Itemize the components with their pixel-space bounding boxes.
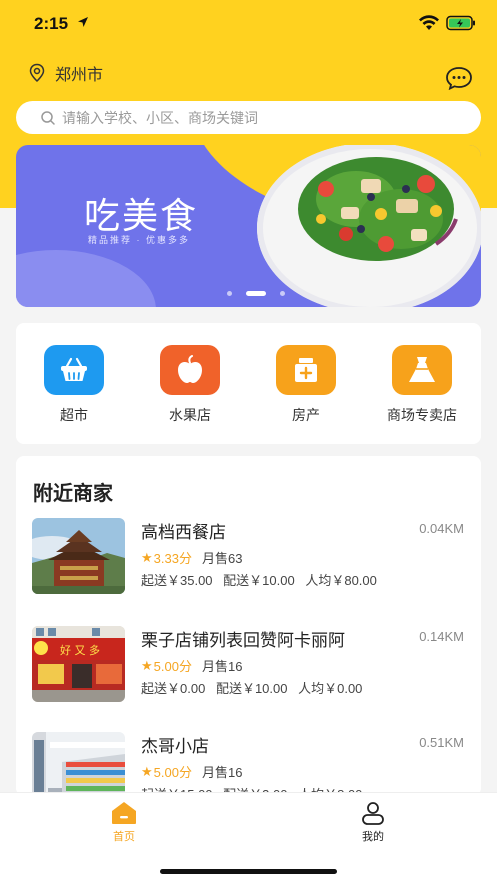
shop-thumbnail bbox=[32, 518, 125, 594]
home-icon bbox=[112, 802, 136, 824]
shop-fees: 起送￥35.00 配送￥10.00 人均￥80.00 bbox=[141, 570, 384, 589]
shop-min-order: 起送￥35.00 bbox=[141, 573, 213, 588]
wifi-icon bbox=[419, 15, 439, 30]
shop-delivery-fee: 配送￥10.00 bbox=[215, 681, 288, 696]
shop-name: 栗子店铺列表回赞阿卡丽阿 bbox=[141, 631, 345, 650]
star-icon: ★ bbox=[141, 763, 153, 779]
shop-distance: 0.14KM bbox=[419, 629, 464, 644]
section-title: 附近商家 bbox=[33, 483, 113, 505]
message-icon[interactable] bbox=[445, 66, 473, 90]
nearby-shops-section: 附近商家 高档西餐店 0.04KM ★ 3.33分 月售63 起送￥35.00 … bbox=[16, 456, 481, 796]
star-icon: ★ bbox=[141, 549, 153, 565]
basket-icon bbox=[44, 345, 104, 395]
status-time: 2:15 bbox=[34, 14, 69, 33]
category-label: 房产 bbox=[292, 407, 320, 423]
user-icon bbox=[362, 802, 384, 825]
shop-name: 杰哥小店 bbox=[141, 737, 209, 756]
search-icon bbox=[41, 110, 55, 125]
category-mall-store[interactable]: 商场专卖店 bbox=[367, 345, 477, 425]
shop-thumbnail: 好 又 多 bbox=[32, 626, 125, 702]
shop-distance: 0.51KM bbox=[419, 735, 464, 750]
category-label: 超市 bbox=[60, 407, 88, 423]
shop-rating-row: ★ 5.00分 月售16 bbox=[141, 762, 242, 781]
shop-thumbnail bbox=[32, 732, 125, 796]
category-label: 商场专卖店 bbox=[387, 407, 457, 423]
city-name: 郑州市 bbox=[55, 67, 104, 84]
dress-icon bbox=[392, 345, 452, 395]
building-icon bbox=[276, 345, 336, 395]
shop-monthly-sales: 月售16 bbox=[201, 765, 243, 780]
banner-pagination bbox=[220, 291, 292, 296]
tab-label: 首页 bbox=[113, 831, 135, 843]
shop-score: 3.33分 bbox=[153, 551, 192, 566]
shop-name: 高档西餐店 bbox=[141, 523, 226, 542]
tab-home[interactable]: 首页 bbox=[94, 801, 154, 844]
shop-item[interactable]: 好 又 多 栗子店铺列表回赞阿卡丽阿 0.14KM ★ 5.00分 月售16 起… bbox=[32, 626, 472, 706]
svg-text:好 又 多: 好 又 多 bbox=[60, 643, 100, 657]
location-arrow-icon bbox=[78, 17, 88, 27]
category-real-estate[interactable]: 房产 bbox=[251, 345, 361, 425]
promo-banner[interactable]: 吃美食 精品推荐 · 优惠多多 bbox=[16, 145, 481, 307]
pagination-dot[interactable] bbox=[227, 291, 232, 296]
category-label: 水果店 bbox=[169, 407, 211, 423]
shop-item[interactable]: 高档西餐店 0.04KM ★ 3.33分 月售63 起送￥35.00 配送￥10… bbox=[32, 518, 472, 598]
shop-score: 5.00分 bbox=[153, 659, 192, 674]
home-indicator bbox=[160, 869, 337, 874]
shop-fees: 起送￥0.00 配送￥10.00 人均￥0.00 bbox=[141, 678, 369, 697]
shop-delivery-fee: 配送￥10.00 bbox=[223, 573, 295, 588]
pagination-dot[interactable] bbox=[280, 291, 285, 296]
shop-min-order: 起送￥0.00 bbox=[141, 681, 206, 696]
pagination-dot-active[interactable] bbox=[246, 291, 266, 296]
shop-monthly-sales: 月售16 bbox=[201, 659, 243, 674]
search-bar[interactable] bbox=[16, 101, 481, 134]
location-pin-icon bbox=[29, 63, 45, 83]
shop-rating-row: ★ 5.00分 月售16 bbox=[141, 656, 242, 675]
tab-label: 我的 bbox=[362, 831, 384, 843]
apple-icon bbox=[160, 345, 220, 395]
banner-title: 吃美食 bbox=[84, 196, 199, 237]
category-grid: 超市 水果店 房产 商场专卖店 bbox=[16, 323, 481, 444]
shop-avg-price: 人均￥80.00 bbox=[305, 573, 377, 588]
tab-profile[interactable]: 我的 bbox=[343, 801, 403, 844]
status-bar: 2:15 bbox=[0, 0, 497, 50]
shop-distance: 0.04KM bbox=[419, 521, 464, 536]
category-supermarket[interactable]: 超市 bbox=[19, 345, 129, 425]
shop-monthly-sales: 月售63 bbox=[201, 551, 243, 566]
search-input[interactable] bbox=[62, 109, 462, 126]
salad-image bbox=[298, 157, 458, 261]
shop-avg-price: 人均￥0.00 bbox=[298, 681, 363, 696]
banner-subtitle: 精品推荐 · 优惠多多 bbox=[88, 235, 190, 245]
city-selector[interactable]: 郑州市 bbox=[28, 62, 103, 84]
battery-icon bbox=[446, 15, 475, 31]
shop-score: 5.00分 bbox=[153, 765, 192, 780]
category-fruit-store[interactable]: 水果店 bbox=[135, 345, 245, 425]
shop-rating-row: ★ 3.33分 月售63 bbox=[141, 548, 242, 567]
shop-item[interactable]: 杰哥小店 0.51KM ★ 5.00分 月售16 起送￥15.00 配送￥3.0… bbox=[32, 732, 472, 796]
star-icon: ★ bbox=[141, 657, 153, 673]
